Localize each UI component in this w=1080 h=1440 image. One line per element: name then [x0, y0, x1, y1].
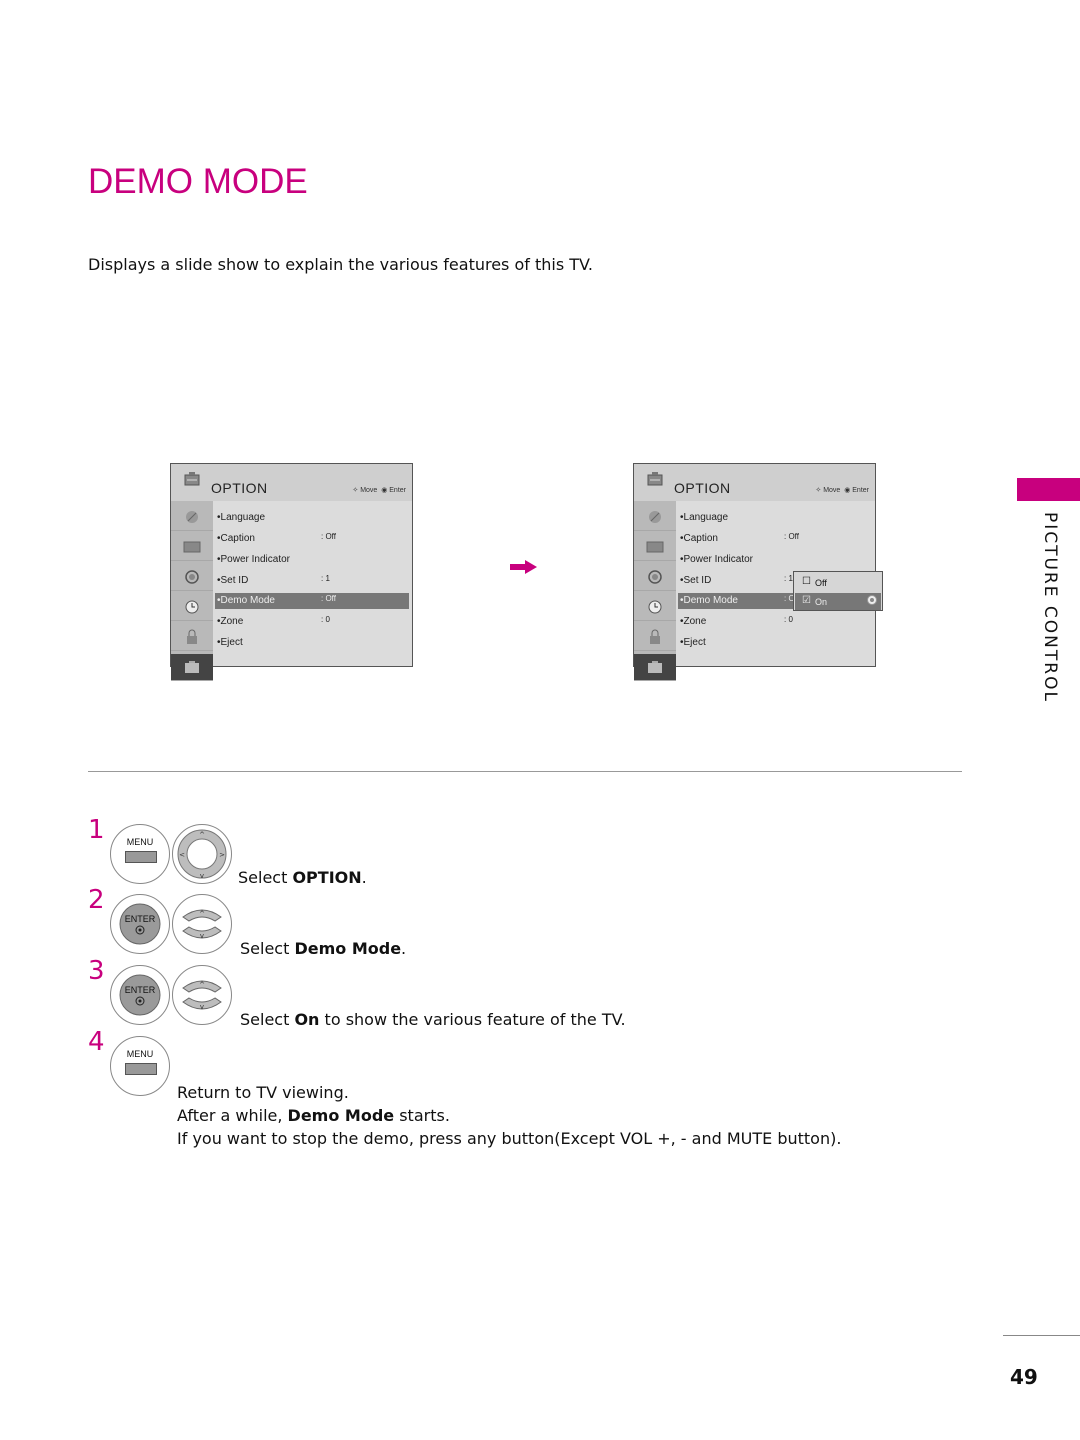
enter-button[interactable]: ENTER [110, 894, 170, 954]
page-title: DEMO MODE [88, 162, 308, 201]
osd-item-language[interactable]: •Language [678, 510, 872, 526]
category-lock-icon[interactable] [171, 624, 213, 651]
section-divider [88, 771, 962, 772]
osd-item-zone[interactable]: •Zone: 0 [215, 614, 409, 630]
svg-text:v: v [200, 932, 204, 940]
osd-category-sidebar [634, 501, 676, 681]
category-setup-icon[interactable] [171, 504, 213, 531]
category-picture-icon[interactable] [634, 534, 676, 561]
navigation-pad-button[interactable]: ^ v < > [172, 824, 232, 884]
unchecked-box-icon: ☐ [802, 576, 811, 587]
step-2-instruction: Select Demo Mode. [240, 939, 407, 958]
page-number: 49 [1010, 1365, 1038, 1389]
svg-text:v: v [200, 1003, 204, 1011]
osd-nav-hint: ✧ Move ◉ Enter [352, 487, 406, 494]
demo-mode-options-popup: ☐ Off ☑ On [793, 571, 883, 611]
menu-button[interactable]: MENU [110, 824, 170, 884]
option-menu-icon [184, 472, 200, 486]
up-down-button[interactable]: ^ v [172, 894, 232, 954]
osd-category-sidebar [171, 501, 213, 681]
category-time-icon[interactable] [171, 594, 213, 621]
menu-key-icon [125, 1063, 157, 1075]
osd-item-eject[interactable]: •Eject [678, 635, 872, 651]
enter-key-icon [119, 903, 161, 945]
category-time-icon[interactable] [634, 594, 676, 621]
svg-text:^: ^ [199, 981, 205, 989]
step-3-instruction: Select On to show the various feature of… [240, 1010, 626, 1029]
enter-button[interactable]: ENTER [110, 965, 170, 1025]
svg-text:^: ^ [199, 910, 205, 918]
dpad-icon: ^ v < > [177, 829, 227, 880]
osd-item-power-indicator[interactable]: •Power Indicator [678, 552, 872, 568]
category-lock-icon[interactable] [634, 624, 676, 651]
up-down-arrows-icon: ^ v [182, 980, 222, 1011]
osd-option-menu-before: OPTION ✧ Move ◉ Enter •Language •Caption… [170, 463, 413, 681]
up-down-arrows-icon: ^ v [182, 909, 222, 940]
selected-radio-icon [867, 595, 877, 605]
svg-text:^: ^ [199, 831, 205, 839]
svg-text:v: v [200, 872, 204, 880]
category-audio-icon[interactable] [634, 564, 676, 591]
category-option-icon[interactable] [171, 654, 213, 681]
osd-item-eject[interactable]: •Eject [215, 635, 409, 651]
option-menu-icon [647, 472, 663, 486]
osd-item-list: •Language •Caption: Off •Power Indicator… [213, 501, 412, 666]
menu-key-icon [125, 851, 157, 863]
menu-button[interactable]: MENU [110, 1036, 170, 1096]
popup-option-off[interactable]: ☐ Off [795, 574, 881, 591]
osd-header: OPTION ✧ Move ◉ Enter [634, 464, 875, 502]
category-audio-icon[interactable] [171, 564, 213, 591]
enter-icon: ◉ [844, 487, 851, 494]
up-down-button[interactable]: ^ v [172, 965, 232, 1025]
step-number: 4 [88, 1027, 105, 1057]
osd-nav-hint: ✧ Move ◉ Enter [815, 487, 869, 494]
enter-icon: ◉ [381, 487, 388, 494]
popup-option-on[interactable]: ☑ On [795, 593, 881, 610]
category-picture-icon[interactable] [171, 534, 213, 561]
section-tab-marker [1017, 478, 1080, 501]
osd-option-menu-after: OPTION ✧ Move ◉ Enter •Language •Caption… [633, 463, 876, 681]
osd-header: OPTION ✧ Move ◉ Enter [171, 464, 412, 502]
enter-key-icon [119, 974, 161, 1016]
category-option-icon[interactable] [634, 654, 676, 681]
osd-item-demo-mode[interactable]: •Demo Mode: Off [215, 593, 409, 609]
step-number: 2 [88, 885, 105, 915]
osd-title: OPTION [211, 480, 268, 496]
osd-item-caption[interactable]: •Caption: Off [215, 531, 409, 547]
svg-text:<: < [179, 851, 185, 859]
osd-item-caption[interactable]: •Caption: Off [678, 531, 872, 547]
osd-item-language[interactable]: •Language [215, 510, 409, 526]
move-arrows-icon: ✧ [815, 487, 822, 494]
step-number: 1 [88, 815, 105, 845]
osd-title: OPTION [674, 480, 731, 496]
step-4-instruction: Return to TV viewing. After a while, Dem… [177, 1083, 842, 1148]
right-arrow-icon [510, 560, 537, 574]
checked-box-icon: ☑ [802, 595, 811, 606]
move-arrows-icon: ✧ [352, 487, 359, 494]
step-1-instruction: Select OPTION. [238, 868, 367, 887]
svg-text:>: > [219, 851, 225, 859]
category-setup-icon[interactable] [634, 504, 676, 531]
step-number: 3 [88, 956, 105, 986]
footer-rule [1003, 1335, 1080, 1336]
osd-item-power-indicator[interactable]: •Power Indicator [215, 552, 409, 568]
osd-item-set-id[interactable]: •Set ID: 1 [215, 573, 409, 589]
page-description: Displays a slide show to explain the var… [88, 255, 594, 274]
osd-item-zone[interactable]: •Zone: 0 [678, 614, 872, 630]
section-label: PICTURE CONTROL [1040, 512, 1060, 703]
